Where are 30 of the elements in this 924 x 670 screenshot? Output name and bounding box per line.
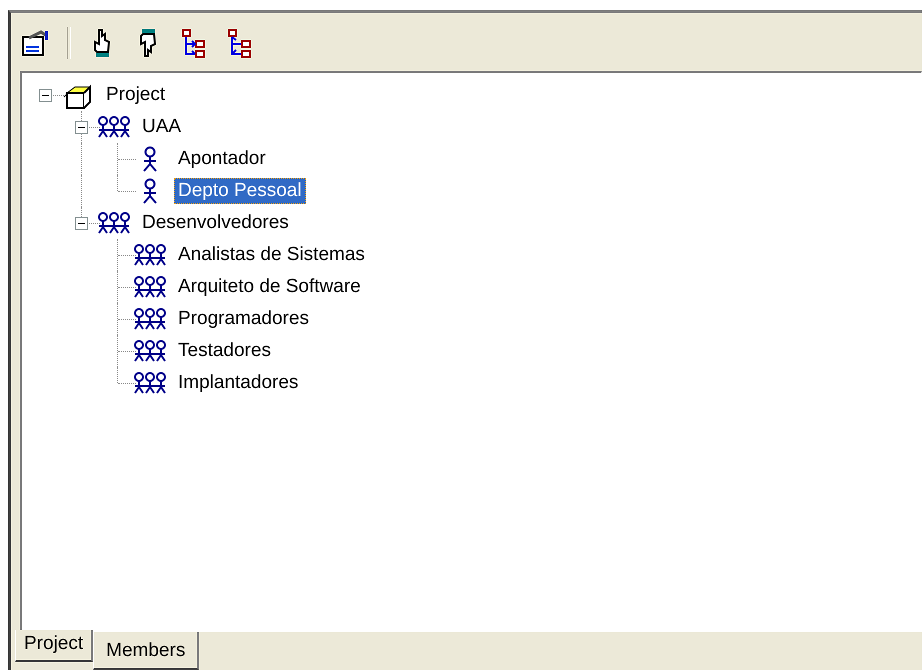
collapse-toggle[interactable]	[75, 121, 88, 134]
group-icon	[134, 307, 166, 331]
tree-item[interactable]: Programadores	[174, 306, 313, 332]
person-icon	[142, 178, 158, 204]
group-icon	[98, 115, 130, 139]
tree-item[interactable]: Analistas de Sistemas	[174, 242, 369, 268]
group-icon	[98, 211, 130, 235]
tree-item[interactable]: Depto Pessoal	[174, 178, 306, 204]
hand-down-icon	[137, 28, 159, 58]
tree-item[interactable]: Apontador	[174, 146, 270, 172]
tree-item[interactable]: UAA	[138, 114, 186, 140]
group-icon	[134, 275, 166, 299]
tree-item[interactable]: Arquiteto de Software	[174, 274, 365, 300]
tab[interactable]: Project	[15, 630, 94, 662]
tree-item[interactable]: Project	[102, 82, 170, 108]
tree-item[interactable]: Implantadores	[174, 370, 302, 396]
group-icon	[134, 243, 166, 267]
tree-arrows-icon	[227, 28, 253, 58]
group-icon	[134, 371, 166, 395]
collapse-toggle[interactable]	[39, 89, 52, 102]
tree-item[interactable]: Testadores	[174, 338, 275, 364]
group-icon	[134, 339, 166, 363]
tree-arrows-icon	[181, 28, 207, 58]
toolbar-button[interactable]	[21, 28, 51, 58]
properties-icon	[21, 28, 51, 58]
tab[interactable]: Members	[93, 632, 200, 670]
tree-item[interactable]: Desenvolvedores	[138, 210, 293, 236]
hand-up-icon	[91, 28, 113, 58]
collapse-toggle[interactable]	[75, 217, 88, 230]
person-icon	[142, 146, 158, 172]
